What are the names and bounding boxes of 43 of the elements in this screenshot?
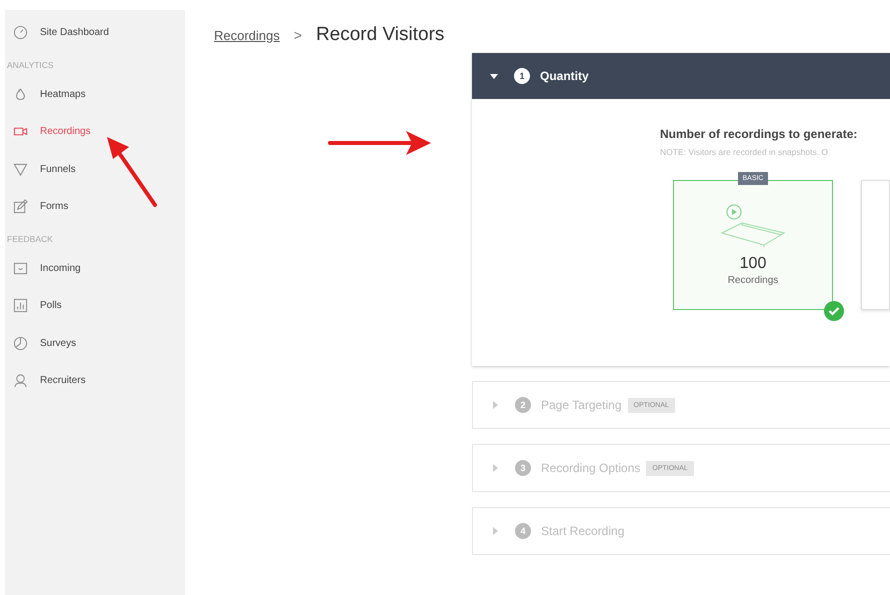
nav-icon <box>13 199 28 214</box>
step-header[interactable]: 1 Quantity <box>472 53 890 99</box>
sidebar-item[interactable]: Funnels <box>5 150 185 188</box>
nav-icon <box>13 260 28 276</box>
nav-icon <box>13 336 28 351</box>
recording-icon <box>720 203 786 249</box>
note-text: NOTE: Visitors are recorded in snapshots. O <box>660 147 830 157</box>
step-number: 3 <box>515 460 531 476</box>
sidebar-item[interactable]: Polls <box>5 287 185 324</box>
section-heading: Number of recordings to generate: <box>660 127 858 141</box>
sidebar-item[interactable]: Incoming <box>5 250 185 287</box>
option-value: 100 <box>740 255 766 273</box>
option-card[interactable] <box>861 180 890 310</box>
nav-icon <box>13 162 28 177</box>
option-label: Recordings <box>728 275 778 286</box>
check-icon <box>823 300 845 322</box>
caret-icon <box>490 72 498 80</box>
step-title: Recording Options <box>541 461 640 475</box>
step-number: 4 <box>515 523 531 539</box>
caret-icon <box>491 527 499 535</box>
option-card[interactable]: 100 Recordings <box>673 180 833 310</box>
caret-icon <box>491 464 499 472</box>
sidebar-item[interactable]: Recordings <box>5 113 185 150</box>
sidebar-item[interactable]: Forms <box>5 188 185 226</box>
sidebar-item[interactable]: Recruiters <box>5 362 185 400</box>
sidebar-item[interactable]: Surveys <box>5 324 185 362</box>
breadcrumb-link[interactable]: Recordings <box>214 28 280 43</box>
breadcrumb-separator: > <box>294 27 302 43</box>
nav-icon <box>13 25 28 40</box>
nav-icon <box>13 373 28 388</box>
step-number: 1 <box>514 68 530 84</box>
sidebar-item[interactable]: Heatmaps <box>5 76 185 113</box>
nav-icon <box>13 86 28 102</box>
step-number: 2 <box>515 397 531 413</box>
section-header: ANALYTICS <box>6 58 55 72</box>
step-title: Start Recording <box>541 524 624 538</box>
step-title: Quantity <box>540 69 589 83</box>
nav-icon <box>13 298 28 314</box>
sidebar-item[interactable]: Site Dashboard <box>5 14 185 52</box>
step-title: Page Targeting <box>541 398 622 412</box>
page-title: Record Visitors <box>316 24 444 46</box>
caret-icon <box>491 401 499 409</box>
section-header: FEEDBACK <box>6 232 54 246</box>
